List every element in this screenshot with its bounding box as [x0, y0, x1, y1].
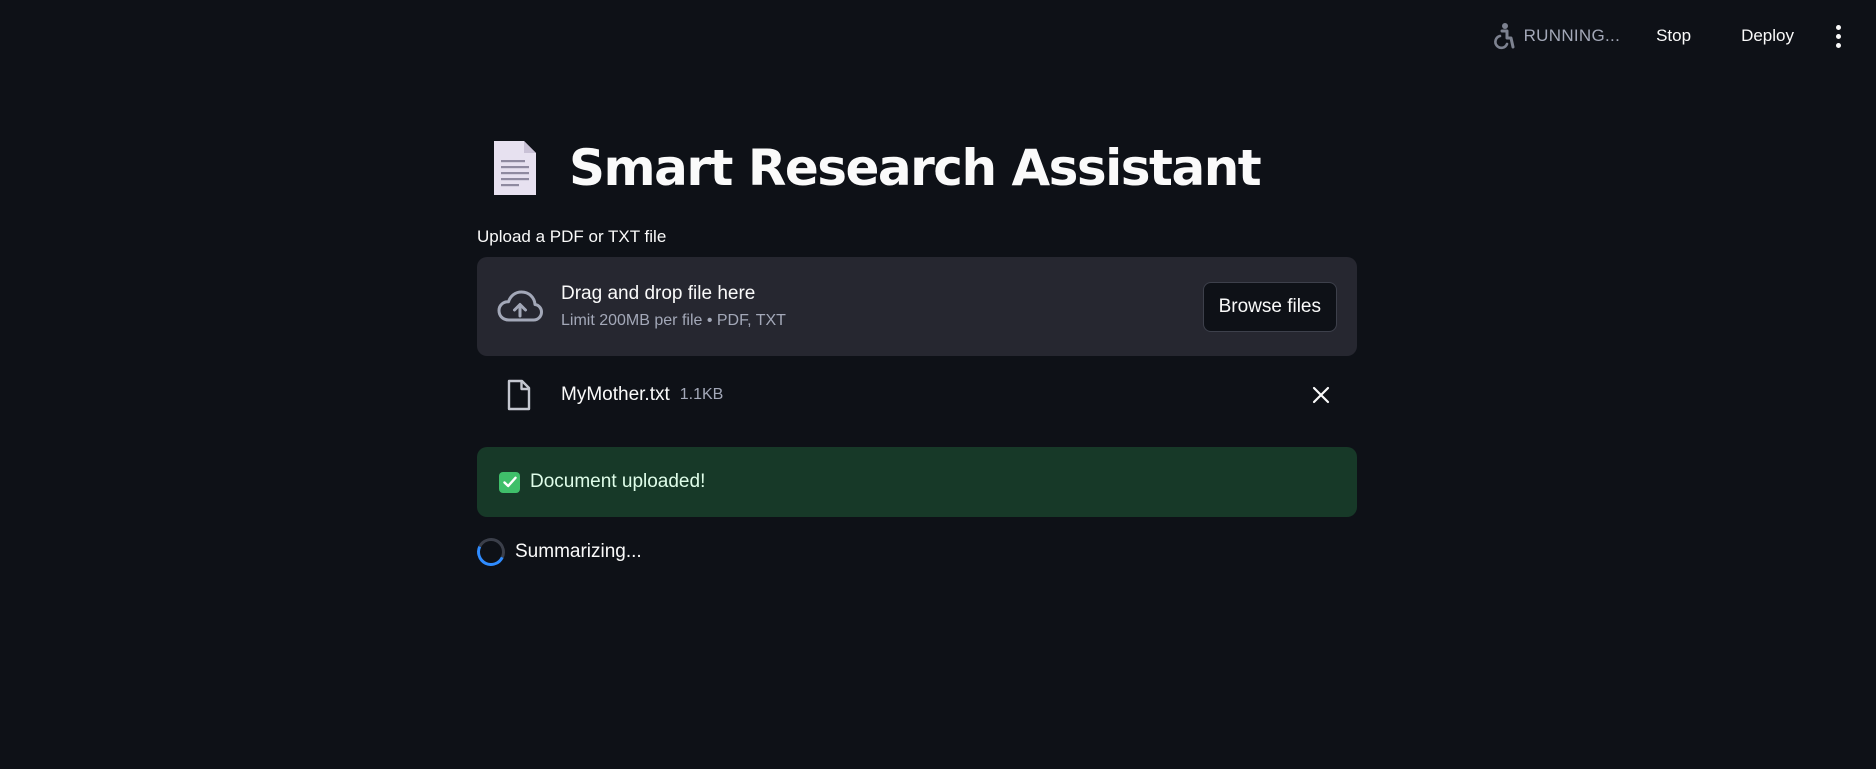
dropzone-subtitle: Limit 200MB per file • PDF, TXT: [561, 312, 786, 329]
file-dropzone[interactable]: Drag and drop file here Limit 200MB per …: [477, 257, 1357, 356]
running-status: RUNNING...: [1490, 22, 1621, 50]
status-text: RUNNING...: [1523, 26, 1621, 45]
running-person-icon: [1493, 23, 1515, 50]
page-facing-up-emoji: [494, 141, 536, 195]
stop-button[interactable]: Stop: [1646, 20, 1701, 52]
app-header: RUNNING... Stop Deploy: [0, 0, 1876, 72]
file-name: MyMother.txt: [561, 384, 670, 405]
success-alert: Document uploaded!: [477, 447, 1357, 517]
remove-file-button[interactable]: [1305, 379, 1337, 411]
title-row: Smart Research Assistant: [491, 138, 1262, 198]
vertical-dots-icon: [1835, 24, 1841, 30]
success-message: Document uploaded!: [530, 471, 706, 492]
uploader-label: Upload a PDF or TXT file: [477, 227, 667, 246]
file-size: 1.1KB: [679, 386, 724, 403]
main-menu-button[interactable]: [1826, 18, 1850, 54]
file-icon: [507, 379, 531, 411]
uploaded-file-item: MyMother.txt 1.1KB: [477, 372, 1357, 418]
deploy-button[interactable]: Deploy: [1731, 20, 1804, 52]
close-icon: [1312, 386, 1330, 404]
loading-spinner-icon: [473, 534, 509, 570]
dropzone-title: Drag and drop file here: [561, 283, 756, 304]
page-title: Smart Research Assistant: [569, 139, 1262, 197]
cloud-upload-icon: [497, 290, 543, 321]
check-mark-button-emoji: [499, 471, 520, 493]
spinner-text: Summarizing...: [515, 541, 642, 562]
summarizing-status: Summarizing...: [473, 534, 642, 570]
browse-files-button[interactable]: Browse files: [1202, 281, 1337, 332]
